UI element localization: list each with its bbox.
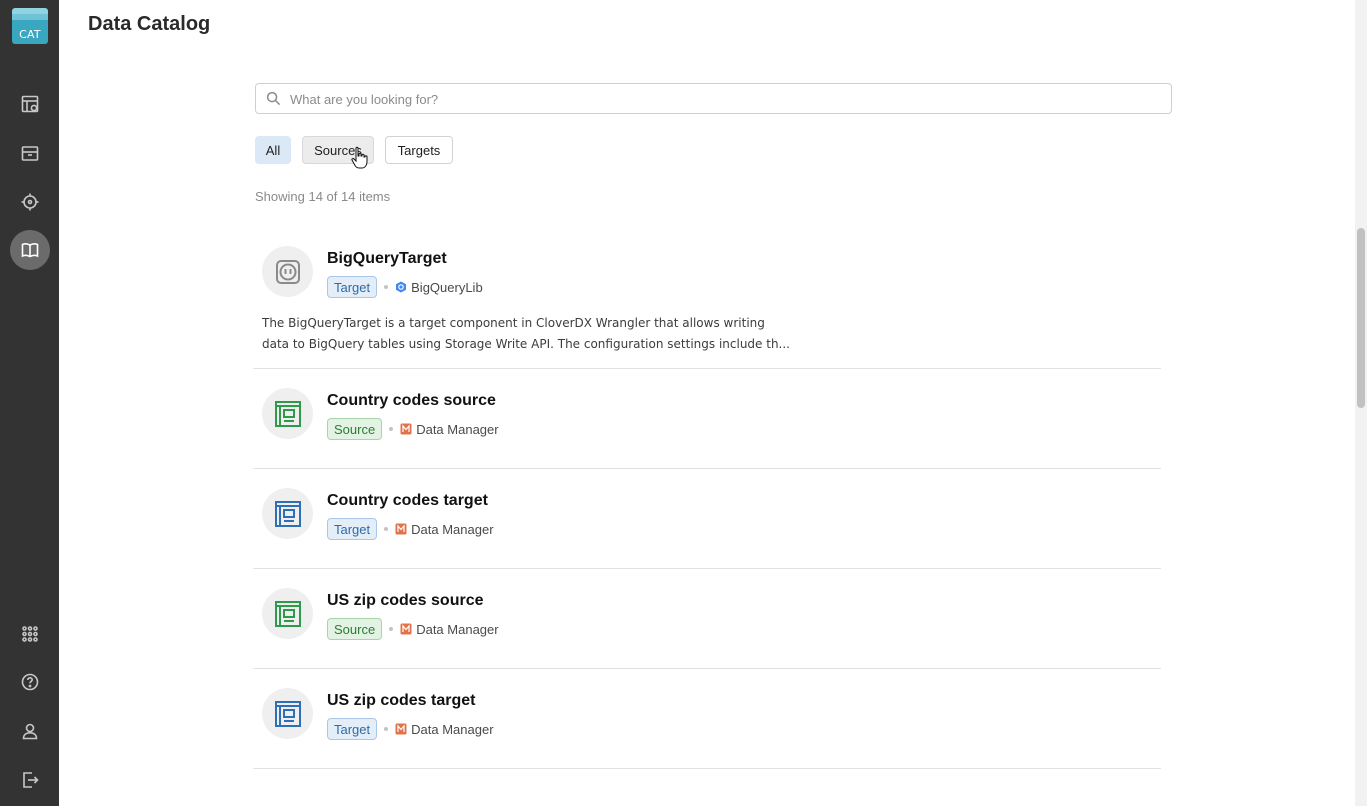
list-item[interactable]: US zip codes target Target Data Manager	[253, 669, 1161, 769]
separator-dot	[384, 527, 389, 531]
item-icon	[262, 488, 313, 539]
sidebar-item-files[interactable]	[10, 133, 50, 173]
separator-dot	[389, 427, 394, 431]
user-icon	[22, 723, 38, 740]
book-icon	[21, 243, 39, 258]
item-meta: Source Data Manager	[327, 618, 499, 640]
library-name: Data Manager	[416, 621, 499, 637]
item-title: US zip codes target	[327, 692, 476, 709]
tag-target: Target	[327, 518, 378, 540]
sidebar-item-target[interactable]	[10, 182, 50, 222]
library-name: Data Manager	[416, 421, 499, 437]
item-description: The BigQueryTarget is a target component…	[262, 316, 790, 351]
sidebar-item-apps[interactable]	[10, 614, 50, 654]
results-count: Showing 14 of 14 items	[255, 189, 391, 204]
sidebar: CAT	[0, 0, 59, 806]
crosshair-icon	[21, 193, 39, 211]
grid-icon	[22, 626, 38, 642]
item-meta: Target Data Manager	[327, 718, 494, 740]
sidebar-item-help[interactable]	[10, 662, 50, 702]
data-manager-icon	[395, 723, 407, 735]
list-item[interactable]: Country codes source Source Data Manager	[253, 369, 1161, 469]
folder-icon	[21, 146, 39, 161]
item-icon	[262, 388, 313, 439]
filter-all-button[interactable]: All	[255, 136, 291, 164]
list-item[interactable]: Country codes target Target Data Manager	[253, 469, 1161, 569]
library-name: BigQueryLib	[411, 279, 483, 295]
logo-text: CAT	[19, 28, 41, 41]
sidebar-item-catalog[interactable]	[10, 230, 50, 270]
separator-dot	[384, 727, 389, 731]
source-table-icon	[274, 600, 301, 627]
item-meta: Target BigQueryLib	[327, 276, 483, 298]
filter-sources-button[interactable]: Sources	[302, 136, 374, 164]
library-name: Data Manager	[411, 521, 494, 537]
scrollbar-thumb[interactable]	[1357, 228, 1365, 408]
sidebar-item-profile[interactable]	[10, 711, 50, 751]
list-item[interactable]: US zip codes source Source Data Manager	[253, 569, 1161, 669]
item-icon	[262, 246, 313, 297]
app-logo[interactable]: CAT	[12, 8, 48, 44]
data-manager-icon	[395, 523, 407, 535]
search-icon	[266, 91, 281, 106]
item-title: Country codes source	[327, 392, 496, 409]
item-meta: Target Data Manager	[327, 518, 494, 540]
separator-dot	[384, 285, 389, 289]
table-icon	[21, 95, 39, 113]
sidebar-item-tables[interactable]	[10, 84, 50, 124]
item-title: US zip codes source	[327, 592, 484, 609]
data-manager-icon	[400, 423, 412, 435]
item-title: Country codes target	[327, 492, 488, 509]
plug-icon	[275, 259, 300, 284]
data-manager-icon	[400, 623, 412, 635]
target-table-icon	[274, 500, 301, 527]
separator-dot	[389, 627, 394, 631]
item-meta: Source Data Manager	[327, 418, 499, 440]
filter-targets-button[interactable]: Targets	[385, 136, 453, 164]
bigquery-icon	[396, 281, 407, 293]
target-table-icon	[274, 700, 301, 727]
search-box[interactable]	[255, 83, 1172, 114]
search-input[interactable]	[290, 90, 1150, 108]
logout-icon	[23, 772, 39, 788]
sidebar-item-logout[interactable]	[10, 760, 50, 800]
source-table-icon	[274, 400, 301, 427]
list-item[interactable]: BigQueryTarget Target BigQueryLib The Bi…	[253, 239, 1161, 369]
item-icon	[262, 688, 313, 739]
item-icon	[262, 588, 313, 639]
page-title: Data Catalog	[88, 13, 211, 35]
item-title: BigQueryTarget	[327, 250, 447, 267]
tag-target: Target	[327, 276, 378, 298]
library-name: Data Manager	[411, 721, 494, 737]
help-icon	[21, 673, 39, 691]
tag-target: Target	[327, 718, 378, 740]
tag-source: Source	[327, 618, 383, 640]
tag-source: Source	[327, 418, 383, 440]
